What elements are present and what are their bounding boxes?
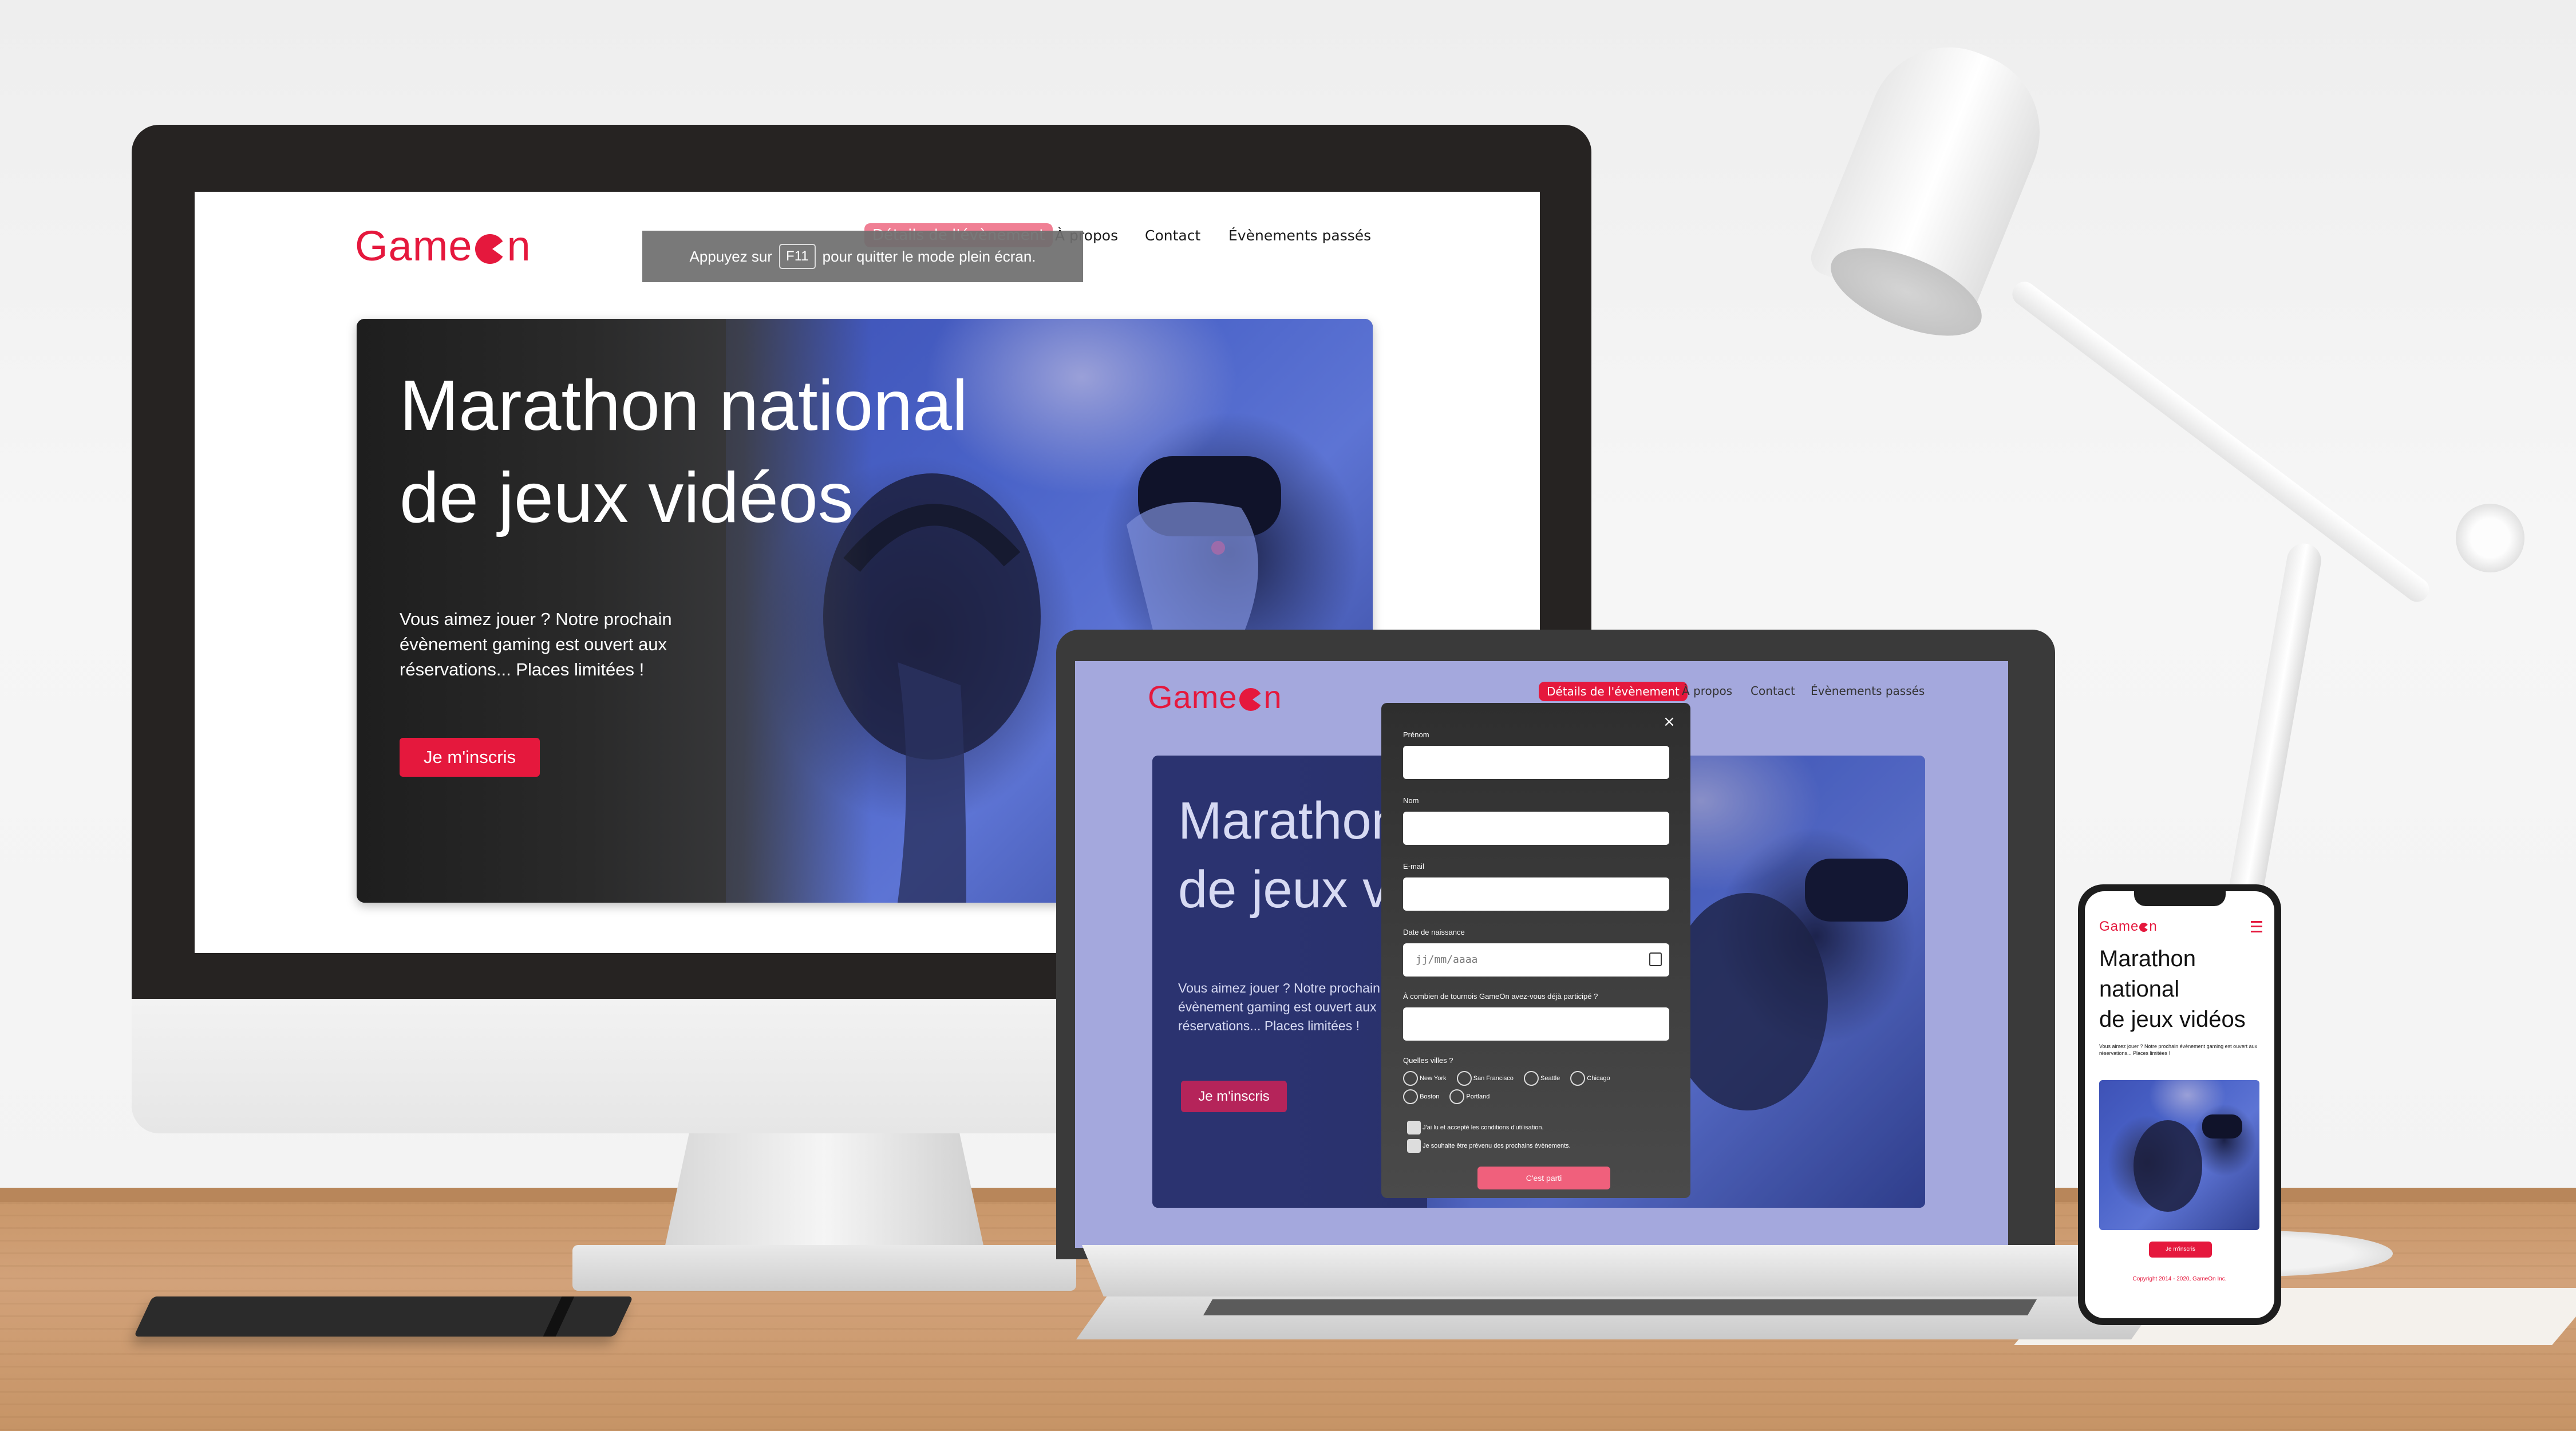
logo-text-end: n <box>2149 919 2158 934</box>
radio-icon[interactable] <box>1403 1089 1418 1104</box>
city-option-boston[interactable]: Boston <box>1403 1089 1439 1104</box>
city-option-portland[interactable]: Portland <box>1449 1089 1490 1104</box>
city-label: New York <box>1420 1074 1447 1082</box>
first-name-label: Prénom <box>1403 730 1429 739</box>
hero-title: Marathon national de jeux vidéos <box>2099 944 2246 1035</box>
radio-icon[interactable] <box>1403 1071 1418 1086</box>
close-icon[interactable]: × <box>1663 713 1676 730</box>
hero-title-line2: de jeux vidéos <box>400 458 854 538</box>
city-label: San Francisco <box>1473 1074 1514 1082</box>
terms-label: J'ai lu et accepté les conditions d'util… <box>1423 1124 1544 1131</box>
laptop-keyboard <box>1203 1299 2037 1315</box>
last-name-label: Nom <box>1403 796 1419 805</box>
signup-modal: × Prénom Nom E-mail Date de naissance jj… <box>1381 703 1690 1198</box>
city-option-san-francisco[interactable]: San Francisco <box>1456 1071 1514 1086</box>
city-option-new-york[interactable]: New York <box>1403 1071 1447 1086</box>
phone-screen: Game n Marathon national de jeux vidéos V… <box>2085 891 2274 1318</box>
gamer-photo <box>2099 1080 2259 1230</box>
logo-text-end: n <box>507 222 531 270</box>
nav-past-events[interactable]: Évènements passés <box>1228 227 1371 244</box>
logo-text-end: n <box>1263 679 1282 715</box>
footer-copyright: Copyright 2014 - 2020, GameOn Inc. <box>2132 1276 2227 1282</box>
nav-contact[interactable]: Contact <box>1145 227 1200 244</box>
gameon-logo[interactable]: Game n <box>355 222 531 270</box>
pacman-logo-icon <box>1239 688 1262 711</box>
lamp-joint <box>2456 504 2524 572</box>
f11-key: F11 <box>779 244 816 269</box>
hero-text-line3: réservations... Places limitées ! <box>1178 1018 1360 1033</box>
city-label: Chicago <box>1587 1074 1610 1082</box>
city-label: Boston <box>1420 1093 1440 1100</box>
terms-checkbox-row[interactable]: J'ai lu et accepté les conditions d'util… <box>1407 1121 1544 1134</box>
monitor-foot <box>572 1245 1076 1291</box>
tournaments-label: À combien de tournois GameOn avez-vous d… <box>1403 992 1598 1001</box>
hero-text-line2: évènement gaming est ouvert aux <box>1178 999 1377 1014</box>
hero-title-line3: de jeux vidéos <box>2099 1007 2246 1032</box>
signup-button[interactable]: Je m'inscris <box>400 738 540 777</box>
email-input[interactable] <box>1403 877 1669 911</box>
tournaments-input[interactable] <box>1403 1007 1669 1041</box>
hero-text-line3: réservations... Places limitées ! <box>400 659 645 679</box>
submit-button[interactable]: C'est parti <box>1477 1167 1610 1189</box>
newsletter-checkbox-row[interactable]: Je souhaite être prévenu des prochains é… <box>1407 1139 1571 1153</box>
newsletter-checkbox[interactable] <box>1407 1139 1421 1153</box>
cities-radio-group: New York San Francisco Seattle Chicago B… <box>1403 1070 1678 1105</box>
gameon-logo-phone[interactable]: Game n <box>2099 919 2158 935</box>
pacman-logo-icon <box>2139 922 2149 932</box>
fullscreen-notice-before: Appuyez sur <box>689 247 773 265</box>
logo-text: Game <box>2099 919 2139 934</box>
birthdate-placeholder: jj/mm/aaaa <box>1416 954 1478 966</box>
pacman-logo-icon <box>475 234 505 264</box>
city-label: Seattle <box>1540 1074 1560 1082</box>
first-name-input[interactable] <box>1403 746 1669 779</box>
city-label: Portland <box>1466 1093 1490 1100</box>
hero-description: Vous aimez jouer ? Notre prochain évènem… <box>1178 979 1380 1035</box>
calendar-icon[interactable] <box>1649 952 1662 966</box>
hamburger-menu-icon[interactable] <box>2251 921 2262 932</box>
cities-label: Quelles villes ? <box>1403 1056 1453 1065</box>
last-name-input[interactable] <box>1403 812 1669 845</box>
city-option-chicago[interactable]: Chicago <box>1570 1071 1610 1086</box>
laptop-base <box>1082 1245 2164 1296</box>
birthdate-label: Date de naissance <box>1403 928 1465 936</box>
city-option-seattle[interactable]: Seattle <box>1523 1071 1560 1086</box>
hero-title-line2: national <box>2099 977 2180 1002</box>
birthdate-input[interactable]: jj/mm/aaaa <box>1403 943 1669 977</box>
signup-button[interactable]: Je m'inscris <box>2149 1242 2212 1258</box>
terms-checkbox[interactable] <box>1407 1121 1421 1134</box>
nav-contact[interactable]: Contact <box>1751 684 1795 698</box>
hero-title-line1: Marathon <box>2099 946 2196 971</box>
nav-past-events[interactable]: Évènements passés <box>1811 684 1925 698</box>
signup-button[interactable]: Je m'inscris <box>1181 1081 1287 1112</box>
radio-icon[interactable] <box>1449 1089 1465 1104</box>
fullscreen-notice: Appuyez sur F11 pour quitter le mode ple… <box>642 231 1083 282</box>
radio-icon[interactable] <box>1523 1071 1539 1086</box>
hero-description: Vous aimez jouer ? Notre prochain évènem… <box>2099 1043 2258 1056</box>
hero-text-line1: Vous aimez jouer ? Notre prochain <box>400 609 672 629</box>
gameon-logo-laptop[interactable]: Game n <box>1148 678 1282 716</box>
hero-text-line2: évènement gaming est ouvert aux <box>400 634 667 654</box>
radio-icon[interactable] <box>1570 1071 1586 1086</box>
hero-description: Vous aimez jouer ? Notre prochain évènem… <box>400 607 672 682</box>
phone-notch <box>2134 890 2226 906</box>
logo-text: Game <box>1148 679 1238 715</box>
monitor-neck <box>664 1130 985 1251</box>
radio-icon[interactable] <box>1456 1071 1472 1086</box>
hero-title: Marathon national de jeux vidéos <box>400 360 968 544</box>
logo-text: Game <box>355 222 473 270</box>
hero-title-line1: Marathon national <box>400 366 968 445</box>
email-label: E-mail <box>1403 862 1424 871</box>
fullscreen-notice-after: pour quitter le mode plein écran. <box>822 247 1036 265</box>
nav-about[interactable]: À propos <box>1682 684 1732 698</box>
hero-text-line1: Vous aimez jouer ? Notre prochain <box>1178 981 1380 995</box>
nav-event-details[interactable]: Détails de l'évènement <box>1539 682 1688 701</box>
laptop-screen: Game n Détails de l'évènement À propos Co… <box>1075 661 2008 1248</box>
newsletter-label: Je souhaite être prévenu des prochains é… <box>1423 1142 1571 1149</box>
